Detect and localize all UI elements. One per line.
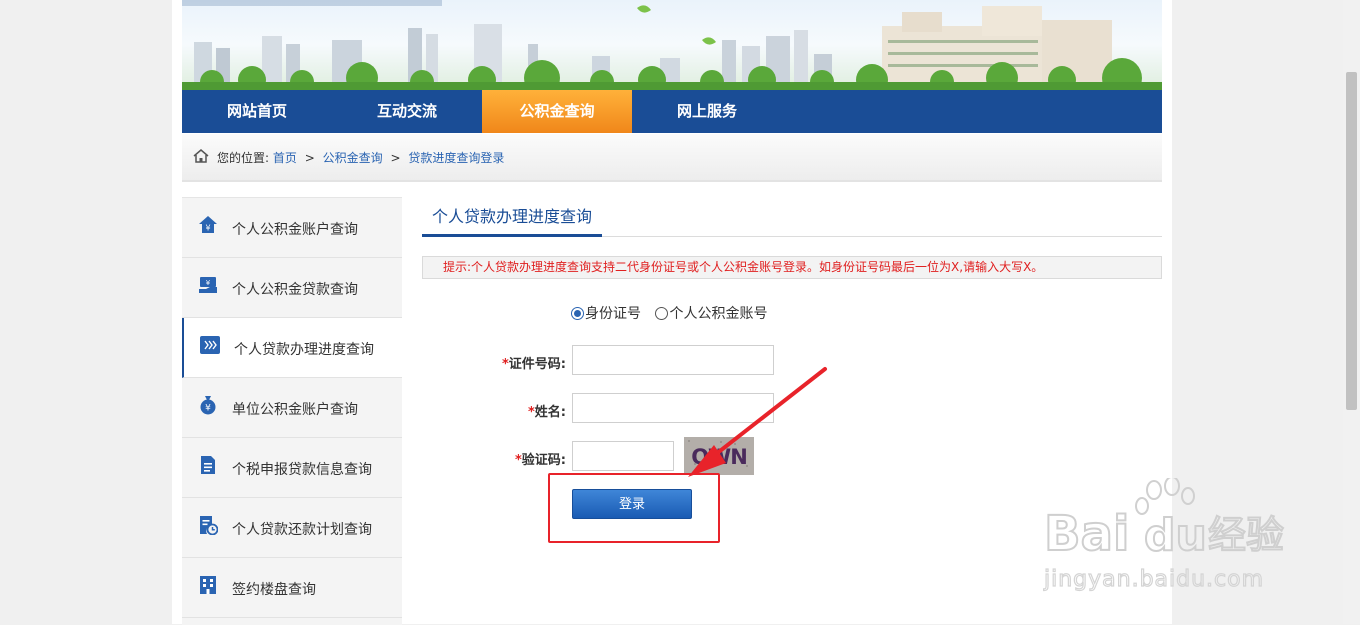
sidebar-item-label: 个人公积金账户查询 (232, 222, 358, 238)
sidebar-item-label: 个税申报贷款信息查询 (232, 462, 372, 478)
sidebar-item-personal-account[interactable]: ¥ 个人公积金账户查询 (182, 198, 402, 258)
breadcrumb-current-page[interactable]: 贷款进度查询登录 (408, 151, 504, 165)
watermark-brand-suffix: du (1144, 510, 1207, 561)
nav-item-fund-query[interactable]: 公积金查询 (482, 90, 632, 133)
id-number-label: *证件号码: (476, 353, 566, 372)
breadcrumb-prefix: 您的位置: (217, 151, 270, 165)
breadcrumb-fund-query-link[interactable]: 公积金查询 (323, 151, 383, 165)
name-label-text: 姓名: (534, 405, 566, 420)
tip-text: 提示:个人贷款办理进度查询支持二代身份证号或个人公积金账号登录。如身份证号码最后… (443, 260, 1044, 274)
tip-notice: 提示:个人贷款办理进度查询支持二代身份证号或个人公积金账号登录。如身份证号码最后… (422, 256, 1162, 279)
svg-text:¥: ¥ (205, 224, 210, 233)
radio-button-unchecked[interactable] (655, 306, 669, 320)
document-icon (201, 456, 215, 474)
captcha-label: *验证码: (476, 449, 566, 468)
watermark-product: 经验 (1208, 513, 1284, 557)
sidebar-item-company-account[interactable]: ¥ 单位公积金账户查询 (182, 378, 402, 438)
radio-fund-account[interactable]: 个人公积金账号 (655, 303, 767, 323)
annotation-arrow-icon (688, 367, 827, 477)
breadcrumb-home-link[interactable]: 首页 (273, 151, 297, 165)
sidebar-item-label: 个人贷款办理进度查询 (234, 342, 374, 358)
sidebar-item-contracted-property[interactable]: 签约楼盘查询 (182, 558, 402, 618)
captcha-label-text: 验证码: (521, 453, 566, 468)
schedule-clock-icon (200, 516, 218, 535)
hand-money-icon: ¥ (199, 277, 217, 293)
sidebar-item-label: 个人公积金贷款查询 (232, 282, 358, 298)
baidu-jingyan-watermark: Bai du 经验 jingyan.baidu.com (1042, 478, 1285, 593)
svg-text:¥: ¥ (205, 404, 211, 414)
page-title: 个人贷款办理进度查询 (422, 200, 603, 237)
sidebar-item-loan-progress[interactable]: 个人贷款办理进度查询 (182, 318, 402, 378)
name-label: *姓名: (476, 401, 566, 420)
radio-id-card[interactable]: 身份证号 (571, 303, 641, 323)
home-icon (193, 149, 209, 163)
radio-button-checked[interactable] (571, 306, 584, 320)
sidebar: ¥ 个人公积金账户查询 ¥ 个人公积金贷款查询 个人贷款办理进度查询 ¥ 单位公… (182, 197, 402, 625)
breadcrumb: 您的位置: 首页 > 公积金查询 > 贷款进度查询登录 (217, 149, 504, 166)
main-nav: 网站首页 互动交流 公积金查询 网上服务 (182, 90, 1162, 133)
required-mark: * (501, 357, 509, 372)
required-mark: * (514, 453, 522, 468)
sidebar-item-label: 签约楼盘查询 (232, 582, 316, 598)
sidebar-item-repayment-plan[interactable]: 个人贷款还款计划查询 (182, 498, 402, 558)
login-type-radio-group: 身份证号 个人公积金账号 (571, 303, 777, 324)
money-bag-icon: ¥ (200, 396, 216, 415)
sidebar-item-tax-loan-info[interactable]: 个税申报贷款信息查询 (182, 438, 402, 498)
site-banner (182, 0, 1162, 90)
radio-label: 身份证号 (585, 306, 641, 322)
watermark-brand: Bai (1044, 506, 1129, 562)
scrollbar-thumb[interactable] (1346, 72, 1357, 410)
id-number-label-text: 证件号码: (508, 357, 566, 372)
sidebar-item-label: 单位公积金账户查询 (232, 402, 358, 418)
sidebar-item-label: 个人贷款还款计划查询 (232, 522, 372, 538)
progress-arrows-icon (200, 336, 220, 354)
breadcrumb-bar: 您的位置: 首页 > 公积金查询 > 贷款进度查询登录 (182, 134, 1162, 182)
svg-text:¥: ¥ (206, 279, 211, 287)
breadcrumb-separator: > (390, 151, 401, 165)
content-header: 个人贷款办理进度查询 (422, 200, 1162, 237)
nav-item-online-service[interactable]: 网上服务 (632, 90, 782, 133)
house-yen-icon: ¥ (199, 216, 217, 233)
annotation-highlight-box (548, 473, 720, 543)
city-skyline-image (182, 0, 1162, 90)
sidebar-item-personal-loan[interactable]: ¥ 个人公积金贷款查询 (182, 258, 402, 318)
vertical-scrollbar[interactable] (1343, 0, 1360, 624)
radio-label: 个人公积金账号 (669, 306, 768, 322)
building-icon (200, 576, 216, 594)
nav-item-home[interactable]: 网站首页 (182, 90, 332, 133)
captcha-input[interactable] (572, 441, 674, 471)
required-mark: * (527, 405, 535, 420)
breadcrumb-separator: > (304, 151, 315, 165)
nav-item-interaction[interactable]: 互动交流 (332, 90, 482, 133)
watermark-url: jingyan.baidu.com (1043, 567, 1264, 592)
